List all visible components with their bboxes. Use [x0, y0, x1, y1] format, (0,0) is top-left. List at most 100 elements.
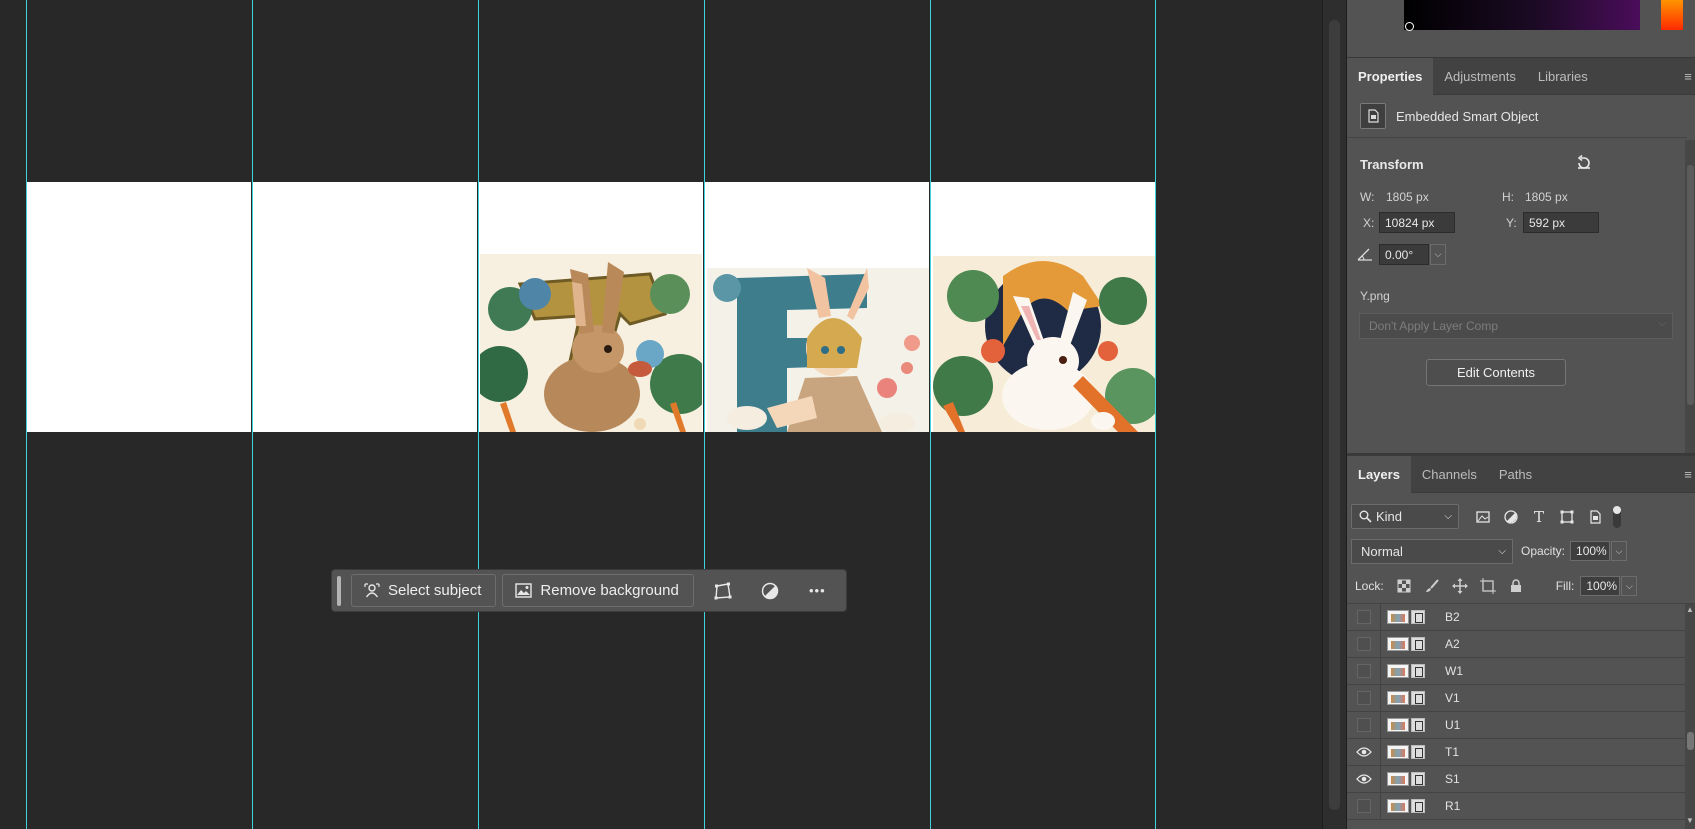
layer-row-t1[interactable]: T1 [1347, 738, 1685, 766]
layer-filter-kind-dropdown[interactable]: Kind ⌵ [1351, 504, 1459, 529]
color-picker-marker[interactable] [1405, 22, 1414, 31]
angle-dropdown-chevron-icon[interactable]: ⌵ [1430, 244, 1446, 265]
tab-libraries[interactable]: Libraries [1527, 58, 1599, 95]
half-circle-icon [762, 582, 779, 599]
layer-visibility-toggle[interactable] [1347, 630, 1381, 658]
layer-name[interactable]: B2 [1445, 610, 1460, 624]
tab-properties[interactable]: Properties [1347, 58, 1434, 95]
layer-comp-dropdown[interactable]: Don't Apply Layer Comp ⌵ [1359, 313, 1673, 339]
canvas-vertical-scrollbar[interactable] [1322, 0, 1346, 829]
layer-name[interactable]: S1 [1445, 772, 1460, 786]
eye-icon [1355, 747, 1372, 757]
fill-field[interactable]: 100% [1580, 576, 1621, 596]
x-label: X: [1363, 216, 1375, 230]
layer-comp-value: Don't Apply Layer Comp [1369, 319, 1499, 333]
blend-mode-dropdown[interactable]: Normal ⌵ [1351, 538, 1513, 564]
layer-thumbnail [1387, 691, 1435, 705]
lock-all-icon[interactable] [1506, 576, 1526, 596]
chevron-up-icon[interactable]: ▲ [1686, 605, 1694, 614]
edit-contents-label: Edit Contents [1456, 365, 1536, 380]
more-options-button[interactable]: ••• [794, 574, 841, 607]
layer-visibility-toggle[interactable] [1347, 684, 1381, 712]
x-position-field[interactable]: 10824 px [1379, 212, 1455, 233]
scrollbar-thumb[interactable] [1329, 20, 1340, 810]
girl-letter-artwork[interactable] [707, 268, 929, 432]
guide-line-6[interactable] [1155, 0, 1156, 829]
opacity-field[interactable]: 100% [1570, 541, 1611, 561]
fill-dropdown-chevron-icon[interactable]: ⌵ [1621, 576, 1638, 596]
height-value[interactable]: 1805 px [1525, 190, 1568, 204]
tab-adjustments[interactable]: Adjustments [1433, 58, 1527, 95]
tab-layers[interactable]: Layers [1347, 456, 1411, 493]
layer-row-w1[interactable]: W1 [1347, 657, 1685, 685]
layer-visibility-toggle[interactable] [1347, 792, 1381, 820]
layer-thumbnail [1387, 637, 1435, 651]
layer-list: B2 A2 W1 V1 U1 T1 S1 R1 ▲ ▼ [1347, 603, 1695, 829]
taskbar-drag-handle[interactable] [337, 575, 341, 606]
guide-line-2[interactable] [252, 0, 253, 829]
tab-paths[interactable]: Paths [1488, 456, 1543, 493]
chevron-down-icon: ⌵ [1498, 545, 1506, 557]
filter-toggle-switch[interactable] [1613, 505, 1621, 528]
color-saturation-field[interactable] [1404, 0, 1640, 30]
remove-background-button[interactable]: Remove background [502, 574, 694, 607]
visibility-off-box [1356, 799, 1371, 813]
lock-transparent-icon[interactable] [1394, 576, 1414, 596]
lock-label: Lock: [1355, 579, 1384, 593]
layer-row-a2[interactable]: A2 [1347, 630, 1685, 658]
guide-line-5[interactable] [930, 0, 931, 829]
layers-scrollbar-thumb[interactable] [1687, 732, 1694, 750]
lock-image-pixels-brush-icon[interactable] [1422, 576, 1442, 596]
filter-shape-icon[interactable] [1557, 507, 1577, 527]
properties-scrollbar[interactable] [1685, 140, 1695, 453]
layer-name[interactable]: U1 [1445, 718, 1460, 732]
layer-row-b2[interactable]: B2 [1347, 603, 1685, 631]
layer-visibility-toggle[interactable] [1347, 765, 1381, 793]
properties-scrollbar-thumb[interactable] [1687, 165, 1694, 405]
guide-line-4[interactable] [704, 0, 705, 829]
bunny-letter-artwork-2[interactable] [933, 256, 1155, 432]
layer-visibility-toggle[interactable] [1347, 711, 1381, 739]
adjustment-button[interactable] [747, 574, 794, 607]
filter-adjustment-icon[interactable] [1501, 507, 1521, 527]
layer-row-s1[interactable]: S1 [1347, 765, 1685, 793]
guide-line-1[interactable] [26, 0, 27, 829]
transform-button[interactable] [700, 574, 747, 607]
layer-visibility-toggle[interactable] [1347, 738, 1381, 766]
layer-name[interactable]: V1 [1445, 691, 1460, 705]
filter-pixel-icon[interactable] [1473, 507, 1493, 527]
document-canvas[interactable]: Select subject Remove background ••• [0, 0, 1322, 829]
select-subject-button[interactable]: Select subject [351, 574, 497, 607]
angle-field[interactable]: 0.00° [1379, 244, 1429, 265]
layers-panel-menu-icon[interactable]: ≡ [1680, 456, 1695, 493]
layer-visibility-toggle[interactable] [1347, 603, 1381, 631]
bunny-letter-artwork-1[interactable] [480, 254, 702, 432]
transform-heading: Transform [1360, 157, 1424, 172]
hue-slider[interactable] [1661, 0, 1683, 30]
width-value[interactable]: 1805 px [1386, 190, 1429, 204]
layer-row-u1[interactable]: U1 [1347, 711, 1685, 739]
layer-row-v1[interactable]: V1 [1347, 684, 1685, 712]
reset-transform-button[interactable] [1575, 154, 1593, 172]
lock-artboard-icon[interactable] [1478, 576, 1498, 596]
panel-menu-icon[interactable]: ≡ [1680, 58, 1695, 95]
filter-smart-object-icon[interactable] [1585, 507, 1605, 527]
filter-type-icon[interactable]: T [1529, 507, 1549, 527]
guide-line-3[interactable] [478, 0, 479, 829]
opacity-dropdown-chevron-icon[interactable]: ⌵ [1611, 541, 1628, 561]
edit-contents-button[interactable]: Edit Contents [1426, 359, 1566, 386]
layer-thumbnail [1387, 745, 1435, 759]
layer-visibility-toggle[interactable] [1347, 657, 1381, 685]
chevron-down-icon[interactable]: ▼ [1686, 816, 1694, 825]
layer-name[interactable]: R1 [1445, 799, 1460, 813]
height-label: H: [1502, 190, 1514, 204]
lock-position-move-icon[interactable] [1450, 576, 1470, 596]
chevron-down-icon: ⌵ [1444, 511, 1452, 522]
layer-name[interactable]: A2 [1445, 637, 1460, 651]
layers-scrollbar[interactable]: ▲ ▼ [1685, 604, 1695, 829]
layer-name[interactable]: W1 [1445, 664, 1463, 678]
layer-name[interactable]: T1 [1445, 745, 1459, 759]
y-position-field[interactable]: 592 px [1523, 212, 1599, 233]
tab-channels[interactable]: Channels [1411, 456, 1488, 493]
layer-row-r1[interactable]: R1 [1347, 792, 1685, 820]
